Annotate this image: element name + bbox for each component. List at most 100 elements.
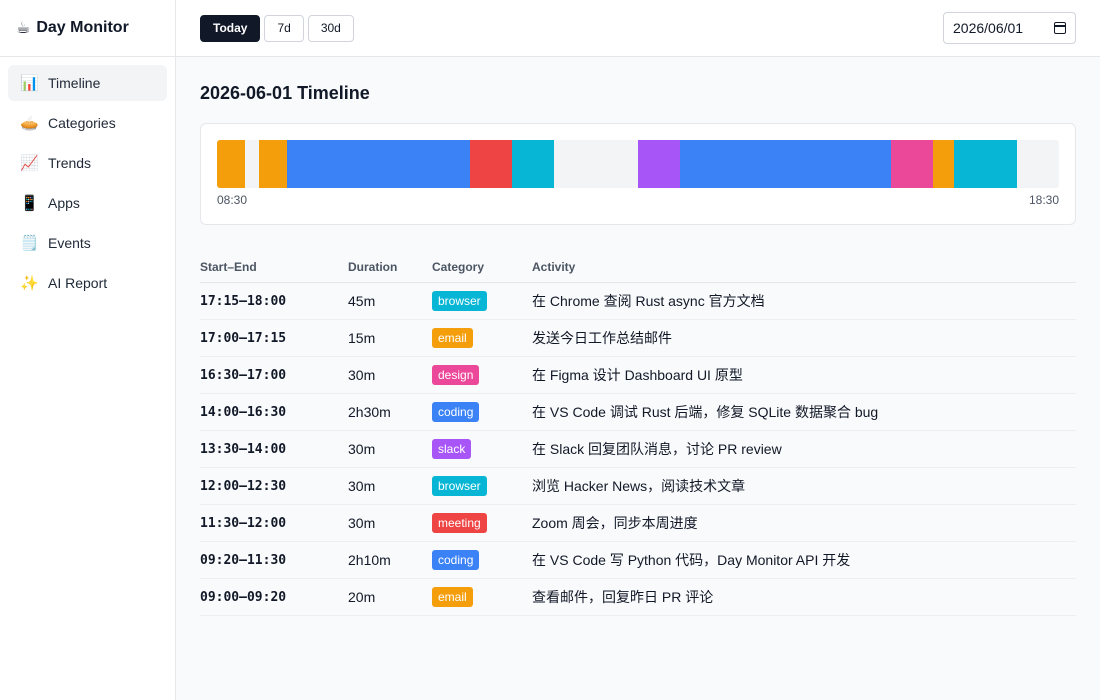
header-start-end: Start–End — [200, 259, 257, 274]
timeline-segment-coding[interactable] — [287, 140, 470, 188]
table-row[interactable]: 11:30–12:00 30m meeting Zoom 周会，同步本周进度 — [200, 505, 1076, 542]
row-time-range: 09:00–09:20 — [200, 589, 287, 605]
app-title: Day Monitor — [36, 19, 129, 36]
table-row[interactable]: 12:00–12:30 30m browser 浏览 Hacker News，阅读技术… — [200, 468, 1076, 505]
row-category-cell: browser — [432, 291, 532, 311]
phone-icon: 📱 — [20, 195, 39, 212]
table-row[interactable]: 09:20–11:30 2h10m coding 在 VS Code 写 Python… — [200, 542, 1076, 579]
top-bar: Today 7d 30d 2026/06/01 — [176, 0, 1100, 57]
row-activity: 发送今日工作总结邮件 — [532, 330, 672, 346]
timeline-end-label: 18:30 — [1028, 193, 1059, 207]
sidebar-item-label: Categories — [48, 115, 116, 131]
notepad-icon: 🗒️ — [20, 235, 39, 252]
row-duration: 20m — [348, 589, 376, 605]
main-area: Today 7d 30d 2026/06/01 2026-06-01 Timelin… — [176, 0, 1100, 700]
header-activity: Activity — [532, 259, 576, 274]
sidebar-item-label: Events — [48, 235, 91, 251]
row-activity: Zoom 周会，同步本周进度 — [532, 515, 698, 531]
row-duration: 30m — [348, 478, 376, 494]
row-activity: 在 Figma 设计 Dashboard UI 原型 — [532, 367, 743, 383]
row-category-cell: email — [432, 587, 532, 607]
row-time-range: 14:00–16:30 — [200, 404, 287, 420]
table-body: 17:15–18:00 45m browser 在 Chrome 查阅 Rust as… — [200, 283, 1076, 616]
timeline-card: 08:30 18:30 — [200, 123, 1076, 225]
range-selector: Today 7d 30d — [200, 14, 354, 42]
range-30d-button[interactable]: 30d — [307, 14, 354, 42]
timeline-segment-email[interactable] — [217, 140, 246, 188]
row-activity: 浏览 Hacker News，阅读技术文章 — [532, 478, 746, 494]
category-badge: meeting — [432, 513, 487, 533]
row-duration: 2h30m — [348, 404, 391, 420]
row-time-range: 16:30–17:00 — [200, 367, 287, 383]
sidebar-item-label: Timeline — [48, 75, 101, 91]
sidebar-item-trends[interactable]: 📈 Trends — [8, 145, 167, 181]
row-time-range: 09:20–11:30 — [200, 552, 287, 568]
pie-icon: 🥧 — [20, 115, 39, 132]
sidebar: ☕ Day Monitor 📊 Timeline 🥧 Categories 📈 Trend… — [0, 0, 176, 700]
date-picker[interactable]: 2026/06/01 — [943, 12, 1076, 44]
timeline-segment-browser[interactable] — [511, 140, 554, 188]
bar-chart-icon: 📊 — [20, 75, 39, 92]
row-time-range: 13:30–14:00 — [200, 441, 287, 457]
timeline-segment-email[interactable] — [259, 140, 288, 188]
row-category-cell: coding — [432, 402, 532, 422]
category-badge: email — [432, 587, 473, 607]
row-category-cell: browser — [432, 476, 532, 496]
table-row[interactable]: 09:00–09:20 20m email 查看邮件，回复昨日 PR 评论 — [200, 579, 1076, 616]
row-time-range: 17:15–18:00 — [200, 293, 287, 309]
timeline-start-label: 08:30 — [217, 193, 248, 207]
table-row[interactable]: 16:30–17:00 30m design 在 Figma 设计 Dashboard… — [200, 357, 1076, 394]
category-badge: email — [432, 328, 473, 348]
row-activity: 查看邮件，回复昨日 PR 评论 — [532, 589, 714, 605]
timeline-segment-meeting[interactable] — [469, 140, 512, 188]
sidebar-item-apps[interactable]: 📱 Apps — [8, 185, 167, 221]
sidebar-item-ai-report[interactable]: ✨ AI Report — [8, 265, 167, 301]
sidebar-nav: 📊 Timeline 🥧 Categories 📈 Trends 📱 Apps 🗒️ Events… — [0, 57, 175, 313]
timeline-segment-slack[interactable] — [638, 140, 681, 188]
row-time-range: 11:30–12:00 — [200, 515, 287, 531]
range-7d-button[interactable]: 7d — [264, 14, 304, 42]
table-row[interactable]: 13:30–14:00 30m slack 在 Slack 回复团队消息，讨论 PR … — [200, 431, 1076, 468]
sidebar-item-label: AI Report — [48, 275, 108, 291]
table-row[interactable]: 17:00–17:15 15m email 发送今日工作总结邮件 — [200, 320, 1076, 357]
category-badge: browser — [432, 476, 487, 496]
row-duration: 30m — [348, 441, 376, 457]
row-activity: 在 Slack 回复团队消息，讨论 PR review — [532, 441, 782, 457]
row-duration: 30m — [348, 367, 376, 383]
sidebar-item-label: Apps — [48, 195, 80, 211]
coffee-icon: ☕ — [16, 20, 31, 37]
row-duration: 2h10m — [348, 552, 391, 568]
row-activity: 在 Chrome 查阅 Rust async 官方文档 — [532, 293, 765, 309]
timeline-segment-coding[interactable] — [680, 140, 891, 188]
table-row[interactable]: 17:15–18:00 45m browser 在 Chrome 查阅 Rust as… — [200, 283, 1076, 320]
table-row[interactable]: 14:00–16:30 2h30m coding 在 VS Code 调试 Rust … — [200, 394, 1076, 431]
range-today-button[interactable]: Today — [200, 14, 261, 42]
row-time-range: 17:00–17:15 — [200, 330, 287, 346]
row-activity: 在 VS Code 写 Python 代码，Day Monitor API 开发 — [532, 552, 851, 568]
sidebar-item-timeline[interactable]: 📊 Timeline — [8, 65, 167, 101]
row-category-cell: email — [432, 328, 532, 348]
timeline-segment-email[interactable] — [932, 140, 954, 188]
row-category-cell: design — [432, 365, 532, 385]
row-category-cell: meeting — [432, 513, 532, 533]
row-category-cell: slack — [432, 439, 532, 459]
table-header: Start–End Duration Category Activity — [200, 251, 1076, 283]
calendar-icon[interactable] — [1054, 22, 1066, 34]
date-value: 2026/06/01 — [953, 20, 1024, 36]
category-badge: slack — [432, 439, 472, 459]
row-activity: 在 VS Code 调试 Rust 后端，修复 SQLite 数据聚合 bug — [532, 404, 879, 420]
timeline-bar — [217, 140, 1059, 188]
content: 2026-06-01 Timeline 08:30 18:30 Start–En… — [176, 57, 1100, 616]
sidebar-item-label: Trends — [48, 155, 92, 171]
category-badge: design — [432, 365, 480, 385]
row-time-range: 12:00–12:30 — [200, 478, 287, 494]
category-badge: coding — [432, 402, 480, 422]
timeline-segment-design[interactable] — [890, 140, 933, 188]
page-title: 2026-06-01 Timeline — [200, 83, 370, 103]
app-brand: ☕ Day Monitor — [0, 0, 175, 57]
header-category: Category — [432, 259, 485, 274]
category-badge: browser — [432, 291, 487, 311]
sidebar-item-categories[interactable]: 🥧 Categories — [8, 105, 167, 141]
sidebar-item-events[interactable]: 🗒️ Events — [8, 225, 167, 261]
timeline-segment-browser[interactable] — [953, 140, 1017, 188]
